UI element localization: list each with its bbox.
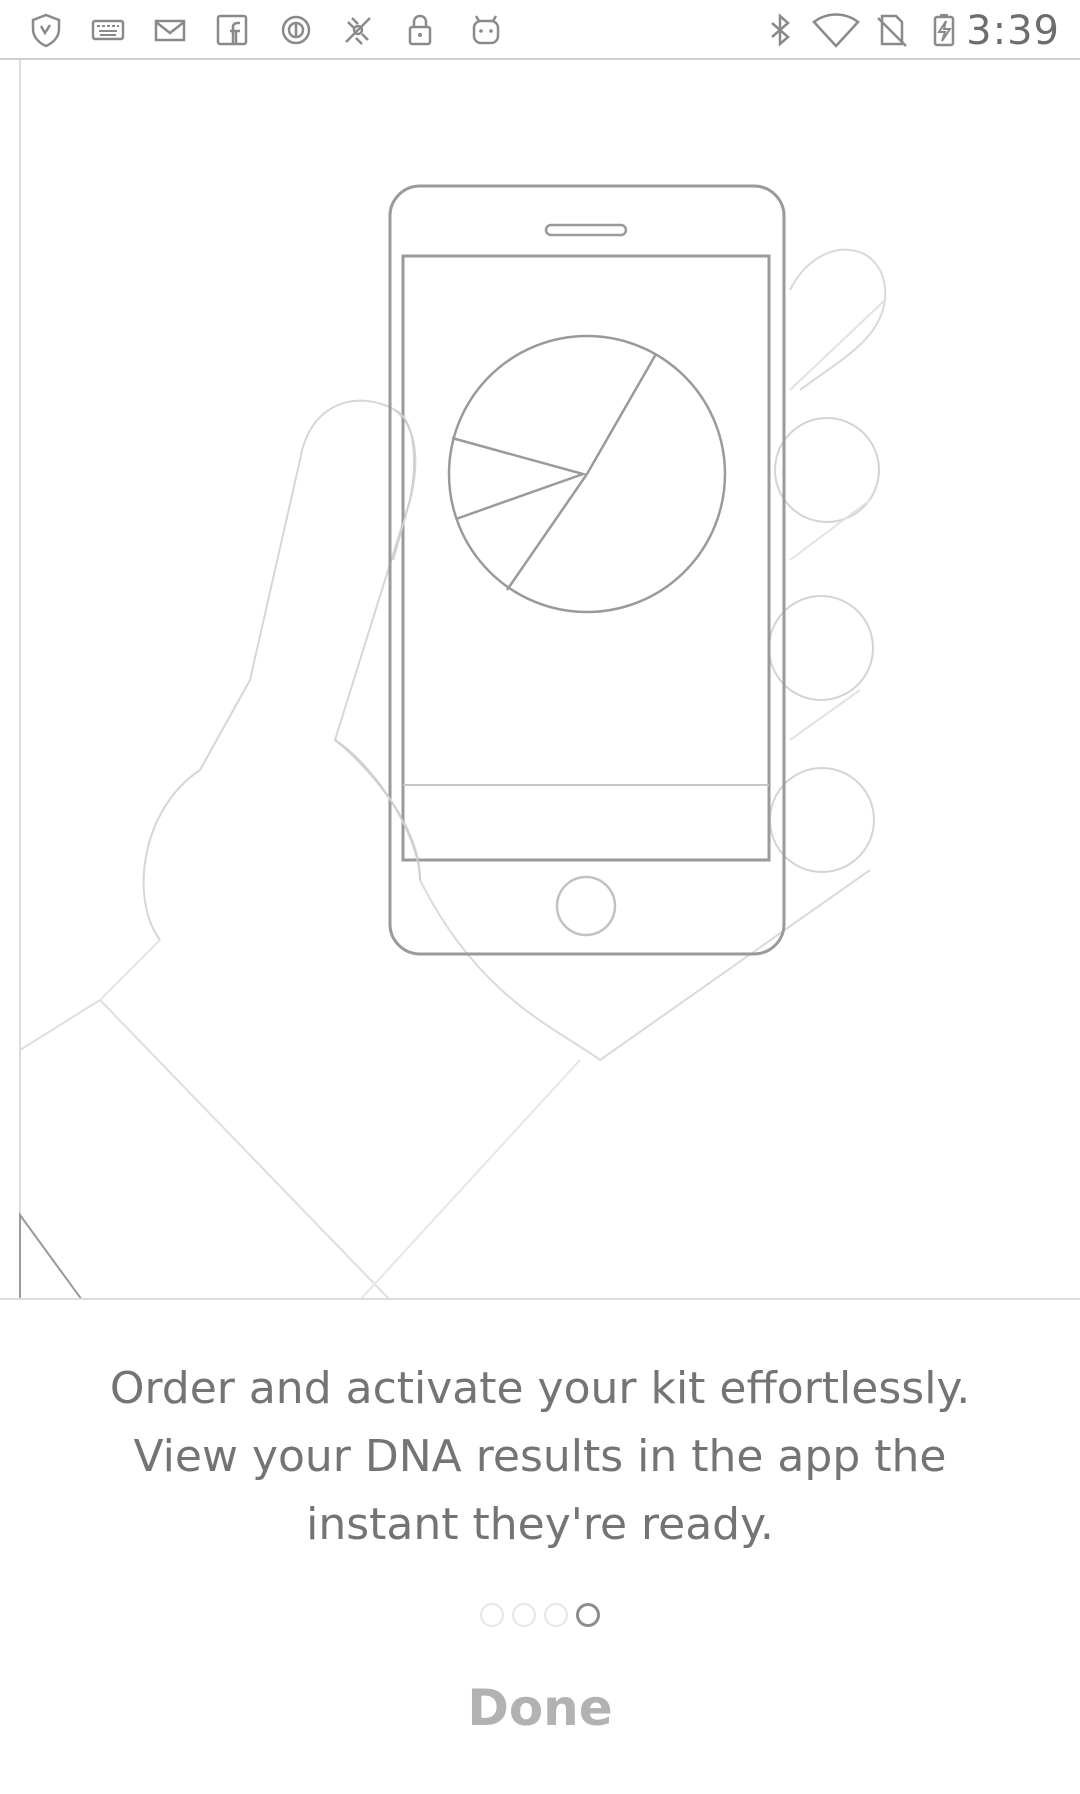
finger-1-joint bbox=[789, 299, 886, 391]
pie-slice-edge-1 bbox=[585, 353, 658, 475]
palm-outline bbox=[419, 869, 871, 1062]
finger-2 bbox=[774, 417, 880, 523]
android-icon bbox=[466, 10, 506, 50]
done-button[interactable]: Done bbox=[440, 1666, 640, 1750]
onboarding-screen: 3:39 Order and activate your kit effortl… bbox=[0, 0, 1080, 1794]
hand-holding-phone-illustration bbox=[19, 60, 887, 1298]
page-dot-3[interactable] bbox=[544, 1603, 568, 1627]
keyboard-icon bbox=[88, 10, 128, 50]
mail-icon bbox=[150, 10, 190, 50]
finger-2-joint bbox=[789, 499, 871, 561]
description-line-1: Order and activate your kit effortlessly… bbox=[109, 1363, 971, 1414]
phone-home-button bbox=[555, 875, 617, 937]
page-indicator bbox=[0, 1598, 1080, 1632]
description-line-2: View your DNA results in the app the bbox=[133, 1431, 947, 1482]
wifi-icon bbox=[810, 10, 862, 50]
status-clock: 3:39 bbox=[966, 8, 1060, 54]
page-dot-1[interactable] bbox=[480, 1603, 504, 1627]
description-line-3: instant they're ready. bbox=[306, 1499, 774, 1550]
page-dot-2[interactable] bbox=[512, 1603, 536, 1627]
phone-speaker bbox=[544, 223, 628, 237]
onboarding-illustration bbox=[0, 60, 1080, 1300]
onboarding-description: Order and activate your kit effortlessly… bbox=[60, 1355, 1020, 1559]
arm-sleeve-outline bbox=[19, 998, 390, 1298]
lock-icon bbox=[400, 10, 440, 50]
wrist-line bbox=[360, 1059, 581, 1298]
phone-body bbox=[388, 184, 786, 956]
phone-screen bbox=[401, 254, 771, 862]
facebook-icon bbox=[212, 10, 252, 50]
bluetooth-icon bbox=[760, 10, 800, 50]
page-dot-4-active[interactable] bbox=[576, 1603, 600, 1627]
finger-1 bbox=[789, 248, 887, 391]
battery-charging-icon bbox=[924, 10, 964, 50]
pie-slice-edge-2 bbox=[505, 473, 589, 591]
sleeve-cuff bbox=[99, 939, 161, 1001]
no-signal-icon bbox=[338, 10, 378, 50]
corner-wedge bbox=[19, 1211, 82, 1298]
finger-4 bbox=[769, 767, 875, 873]
no-sim-icon bbox=[872, 10, 912, 50]
finger-3-joint bbox=[789, 689, 861, 741]
thumb-outline bbox=[142, 399, 421, 941]
status-bar: 3:39 bbox=[0, 0, 1080, 60]
shield-icon bbox=[26, 10, 66, 50]
circle-o-icon bbox=[276, 10, 316, 50]
